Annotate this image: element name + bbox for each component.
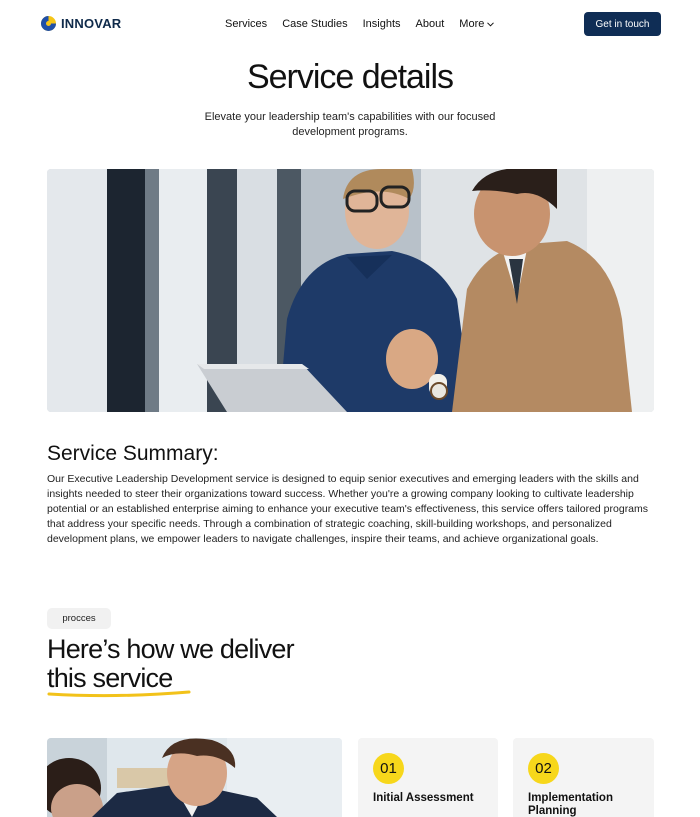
step-number-badge: 01 bbox=[373, 753, 404, 784]
nav-link-more[interactable]: More bbox=[459, 18, 495, 30]
step-number-badge: 02 bbox=[528, 753, 559, 784]
page-subtitle: Elevate your leadership team's capabilit… bbox=[204, 111, 496, 138]
process-pill: procces bbox=[47, 608, 111, 629]
heading-underline-decoration bbox=[47, 690, 191, 698]
service-summary-text: Our Executive Leadership Development ser… bbox=[47, 473, 649, 545]
process-heading-line1: Here’s how we deliver bbox=[47, 634, 295, 664]
logo-icon bbox=[40, 15, 57, 32]
nav-link-services[interactable]: Services bbox=[225, 18, 267, 30]
brand-name: INNOVAR bbox=[61, 16, 122, 31]
step-label: Initial Assessment bbox=[373, 792, 474, 804]
process-step-card-1: 01 Initial Assessment bbox=[358, 738, 498, 817]
page-title: Service details bbox=[246, 58, 454, 96]
brand-logo[interactable]: INNOVAR bbox=[40, 15, 121, 32]
top-nav: INNOVAR Services Case Studies Insights A… bbox=[0, 0, 700, 50]
nav-link-case-studies[interactable]: Case Studies bbox=[282, 18, 347, 30]
step-label: Implementation Planning bbox=[528, 792, 613, 817]
nav-link-more-label: More bbox=[459, 18, 485, 30]
chevron-down-icon bbox=[487, 21, 495, 27]
get-in-touch-button[interactable]: Get in touch bbox=[584, 12, 661, 36]
service-summary-title: Service Summary: bbox=[47, 442, 219, 465]
nav-links: Services Case Studies Insights About Mor… bbox=[225, 18, 509, 30]
nav-link-about[interactable]: About bbox=[416, 18, 445, 30]
process-step-card-2: 02 Implementation Planning bbox=[513, 738, 654, 817]
process-heading: Here’s how we deliver this service bbox=[47, 634, 295, 693]
hero-photo bbox=[47, 169, 654, 412]
nav-link-insights[interactable]: Insights bbox=[363, 18, 401, 30]
process-photo bbox=[47, 738, 342, 817]
